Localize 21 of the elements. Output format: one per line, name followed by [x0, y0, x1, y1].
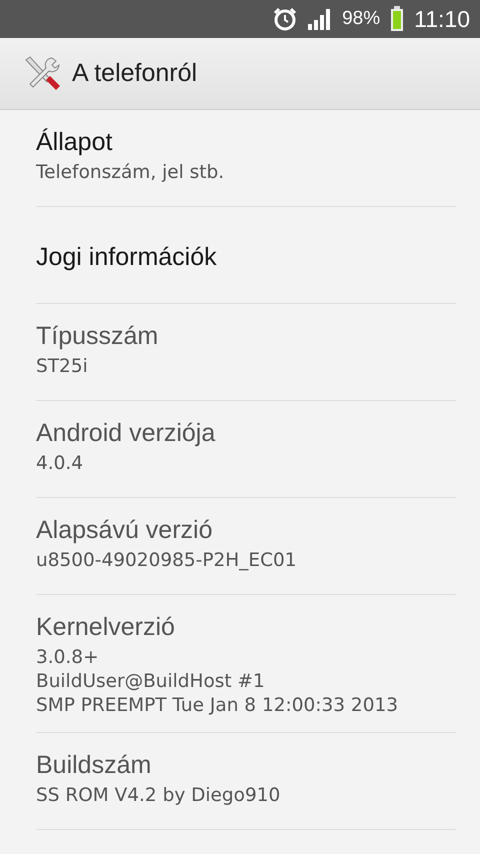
- item-summary: 4.0.4: [36, 452, 84, 476]
- signal-icon: [308, 8, 332, 30]
- item-title: Típusszám: [36, 322, 160, 351]
- alarm-clock-icon: [272, 6, 298, 32]
- clock-time: 11:10: [414, 6, 470, 32]
- item-summary: Telefonszám, jel stb.: [36, 161, 226, 185]
- battery-percentage: 98%: [342, 8, 380, 30]
- settings-item[interactable]: Jogi információk: [36, 207, 456, 304]
- item-summary: ST25i: [36, 355, 89, 379]
- item-title: Android verziója: [36, 419, 216, 448]
- item-summary: 3.0.8+ BuildUser@BuildHost #1 SMP PREEMPT Tue Jan 8 12:00:33 2013: [36, 646, 400, 718]
- battery-icon: [390, 6, 404, 32]
- item-title: Buildszám: [36, 751, 152, 780]
- screen-title: A telefonról: [72, 59, 198, 88]
- settings-item[interactable]: Állapot Telefonszám, jel stb.: [36, 110, 456, 207]
- item-title: Alapsávú verzió: [36, 516, 214, 545]
- item-title: Jogi információk: [36, 242, 218, 272]
- item-summary: u8500-49020985-P2H_EC01: [36, 549, 298, 573]
- item-title: Kernelverzió: [36, 613, 176, 642]
- item-summary: SS ROM V4.2 by Diego910: [36, 784, 282, 808]
- item-title: Állapot: [36, 128, 114, 157]
